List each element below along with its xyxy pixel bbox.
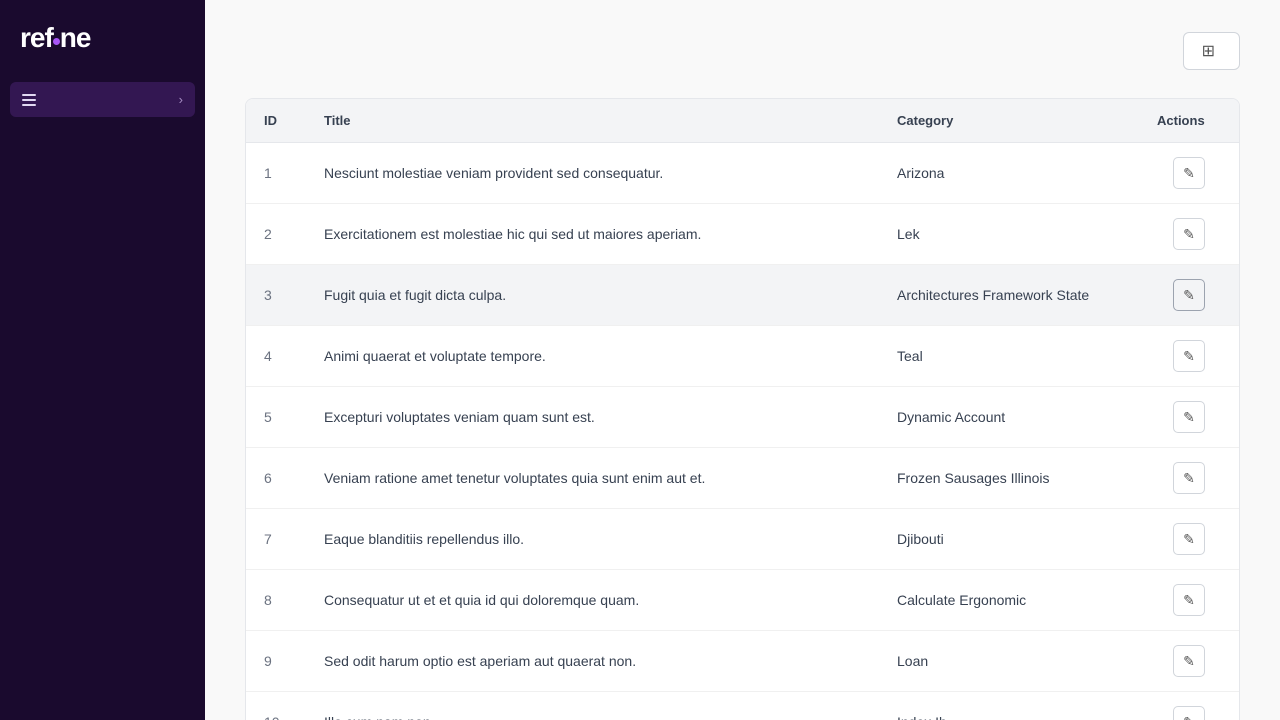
edit-button[interactable]: ✎ (1173, 462, 1205, 494)
edit-button[interactable]: ✎ (1173, 401, 1205, 433)
edit-icon: ✎ (1183, 348, 1195, 365)
cell-category: Calculate Ergonomic (879, 570, 1139, 631)
edit-icon: ✎ (1183, 287, 1195, 304)
table-row: 9 Sed odit harum optio est aperiam aut q… (246, 631, 1239, 692)
table-row: 1 Nesciunt molestiae veniam provident se… (246, 143, 1239, 204)
chevron-right-icon: › (179, 92, 183, 107)
table-row: 5 Excepturi voluptates veniam quam sunt … (246, 387, 1239, 448)
cell-actions: ✎ (1139, 265, 1239, 326)
edit-icon: ✎ (1183, 165, 1195, 182)
col-header-actions: Actions (1139, 99, 1239, 143)
cell-title: Nesciunt molestiae veniam provident sed … (306, 143, 879, 204)
cell-title: Illo cum nam non. (306, 692, 879, 720)
cell-actions: ✎ (1139, 692, 1239, 720)
cell-actions: ✎ (1139, 143, 1239, 204)
main-content: ⊞ ID Title Category Actions 1 Nesciunt m… (205, 0, 1280, 720)
edit-button[interactable]: ✎ (1173, 523, 1205, 555)
edit-icon: ✎ (1183, 653, 1195, 670)
cell-category: Arizona (879, 143, 1139, 204)
cell-category: Loan (879, 631, 1139, 692)
cell-id: 6 (246, 448, 306, 509)
col-header-category: Category (879, 99, 1139, 143)
table-row: 3 Fugit quia et fugit dicta culpa. Archi… (246, 265, 1239, 326)
posts-table-wrap: ID Title Category Actions 1 Nesciunt mol… (245, 98, 1240, 720)
edit-icon: ✎ (1183, 531, 1195, 548)
cell-category: Teal (879, 326, 1139, 387)
cell-category: Architectures Framework State (879, 265, 1139, 326)
sidebar: refne › (0, 0, 205, 720)
logo: refne (0, 0, 205, 82)
sidebar-item-posts[interactable]: › (10, 82, 195, 117)
cell-id: 8 (246, 570, 306, 631)
cell-actions: ✎ (1139, 509, 1239, 570)
plus-icon: ⊞ (1202, 41, 1215, 61)
cell-actions: ✎ (1139, 204, 1239, 265)
cell-title: Fugit quia et fugit dicta culpa. (306, 265, 879, 326)
sidebar-nav: › (0, 82, 205, 117)
edit-button[interactable]: ✎ (1173, 157, 1205, 189)
posts-table: ID Title Category Actions 1 Nesciunt mol… (246, 99, 1239, 720)
cell-title: Excepturi voluptates veniam quam sunt es… (306, 387, 879, 448)
sidebar-bottom (0, 670, 205, 720)
cell-category: Frozen Sausages Illinois (879, 448, 1139, 509)
logo-dot (53, 38, 60, 45)
page-header: ⊞ (245, 32, 1240, 70)
edit-button[interactable]: ✎ (1173, 279, 1205, 311)
table-row: 7 Eaque blanditiis repellendus illo. Dji… (246, 509, 1239, 570)
cell-actions: ✎ (1139, 570, 1239, 631)
cell-id: 2 (246, 204, 306, 265)
cell-actions: ✎ (1139, 631, 1239, 692)
edit-button[interactable]: ✎ (1173, 645, 1205, 677)
table-row: 4 Animi quaerat et voluptate tempore. Te… (246, 326, 1239, 387)
col-header-title: Title (306, 99, 879, 143)
sidebar-back-button[interactable] (20, 695, 36, 703)
edit-icon: ✎ (1183, 592, 1195, 609)
cell-category: Djibouti (879, 509, 1139, 570)
table-row: 6 Veniam ratione amet tenetur voluptates… (246, 448, 1239, 509)
cell-id: 9 (246, 631, 306, 692)
edit-button[interactable]: ✎ (1173, 218, 1205, 250)
cell-actions: ✎ (1139, 326, 1239, 387)
table-body: 1 Nesciunt molestiae veniam provident se… (246, 143, 1239, 720)
table-row: 10 Illo cum nam non. Index Ib ✎ (246, 692, 1239, 720)
cell-category: Dynamic Account (879, 387, 1139, 448)
col-header-id: ID (246, 99, 306, 143)
cell-category: Index Ib (879, 692, 1139, 720)
edit-button[interactable]: ✎ (1173, 706, 1205, 720)
cell-id: 1 (246, 143, 306, 204)
edit-icon: ✎ (1183, 226, 1195, 243)
cell-title: Animi quaerat et voluptate tempore. (306, 326, 879, 387)
edit-button[interactable]: ✎ (1173, 584, 1205, 616)
cell-actions: ✎ (1139, 448, 1239, 509)
create-button[interactable]: ⊞ (1183, 32, 1240, 70)
table-row: 2 Exercitationem est molestiae hic qui s… (246, 204, 1239, 265)
cell-actions: ✎ (1139, 387, 1239, 448)
cell-id: 10 (246, 692, 306, 720)
cell-title: Sed odit harum optio est aperiam aut qua… (306, 631, 879, 692)
cell-category: Lek (879, 204, 1139, 265)
cell-id: 4 (246, 326, 306, 387)
cell-title: Veniam ratione amet tenetur voluptates q… (306, 448, 879, 509)
table-header-row: ID Title Category Actions (246, 99, 1239, 143)
cell-title: Eaque blanditiis repellendus illo. (306, 509, 879, 570)
hamburger-icon (22, 94, 36, 106)
cell-id: 5 (246, 387, 306, 448)
edit-button[interactable]: ✎ (1173, 340, 1205, 372)
edit-icon: ✎ (1183, 714, 1195, 720)
cell-title: Consequatur ut et et quia id qui dolorem… (306, 570, 879, 631)
cell-title: Exercitationem est molestiae hic qui sed… (306, 204, 879, 265)
table-row: 8 Consequatur ut et et quia id qui dolor… (246, 570, 1239, 631)
cell-id: 7 (246, 509, 306, 570)
edit-icon: ✎ (1183, 409, 1195, 426)
edit-icon: ✎ (1183, 470, 1195, 487)
cell-id: 3 (246, 265, 306, 326)
